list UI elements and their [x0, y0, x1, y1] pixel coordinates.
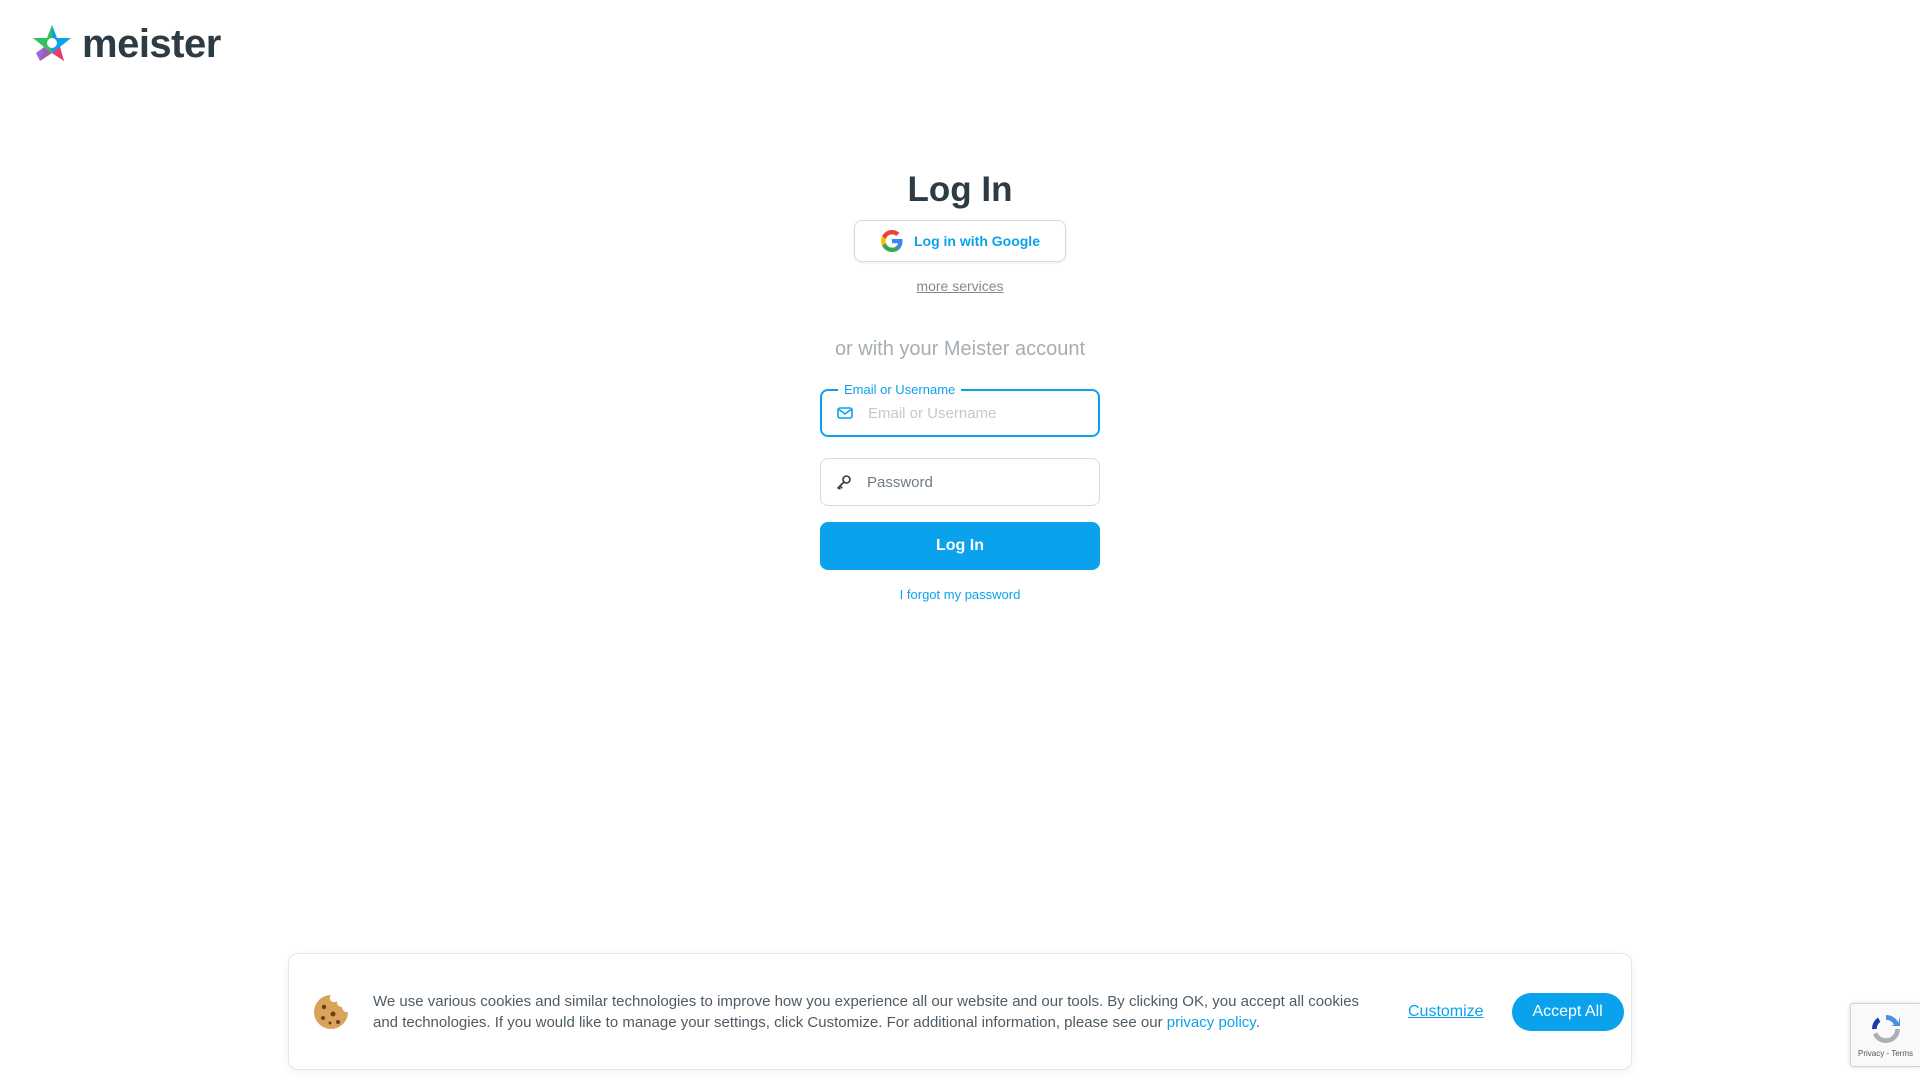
recaptcha-icon	[1871, 1015, 1900, 1044]
password-input[interactable]	[865, 472, 1089, 492]
google-login-label: Log in with Google	[914, 233, 1040, 249]
cookie-message-end: .	[1255, 1013, 1260, 1031]
login-button[interactable]: Log In	[820, 522, 1100, 570]
brand-name: meister	[82, 22, 221, 66]
login-form: Log In Log in with Google more services …	[820, 162, 1100, 602]
envelope-icon	[837, 407, 853, 419]
cookie-banner: We use various cookies and similar techn…	[288, 953, 1632, 1070]
meister-logo[interactable]: meister	[30, 22, 221, 67]
cookie-message: We use various cookies and similar techn…	[373, 991, 1378, 1033]
cookie-icon	[314, 994, 348, 1029]
privacy-policy-link[interactable]: privacy policy	[1167, 1014, 1256, 1031]
forgot-password-link[interactable]: I forgot my password	[900, 587, 1021, 602]
recaptcha-badge[interactable]: Privacy - Terms	[1850, 1003, 1920, 1067]
accept-all-button[interactable]: Accept All	[1511, 992, 1624, 1031]
email-input[interactable]	[866, 403, 1090, 423]
account-divider-text: or with your Meister account	[834, 338, 1086, 360]
recaptcha-links[interactable]: Privacy - Terms	[1858, 1049, 1913, 1058]
more-services-link[interactable]: more services	[916, 278, 1003, 294]
page-title: Log In	[907, 170, 1013, 209]
key-icon	[837, 475, 851, 490]
email-field-label: Email or Username	[838, 382, 962, 397]
email-field[interactable]: Email or Username	[820, 382, 1100, 437]
meister-star-icon	[33, 24, 71, 61]
password-field[interactable]	[820, 458, 1100, 506]
customize-cookies-link[interactable]: Customize	[1408, 1003, 1484, 1021]
google-login-button[interactable]: Log in with Google	[854, 220, 1066, 262]
google-icon	[881, 230, 903, 252]
